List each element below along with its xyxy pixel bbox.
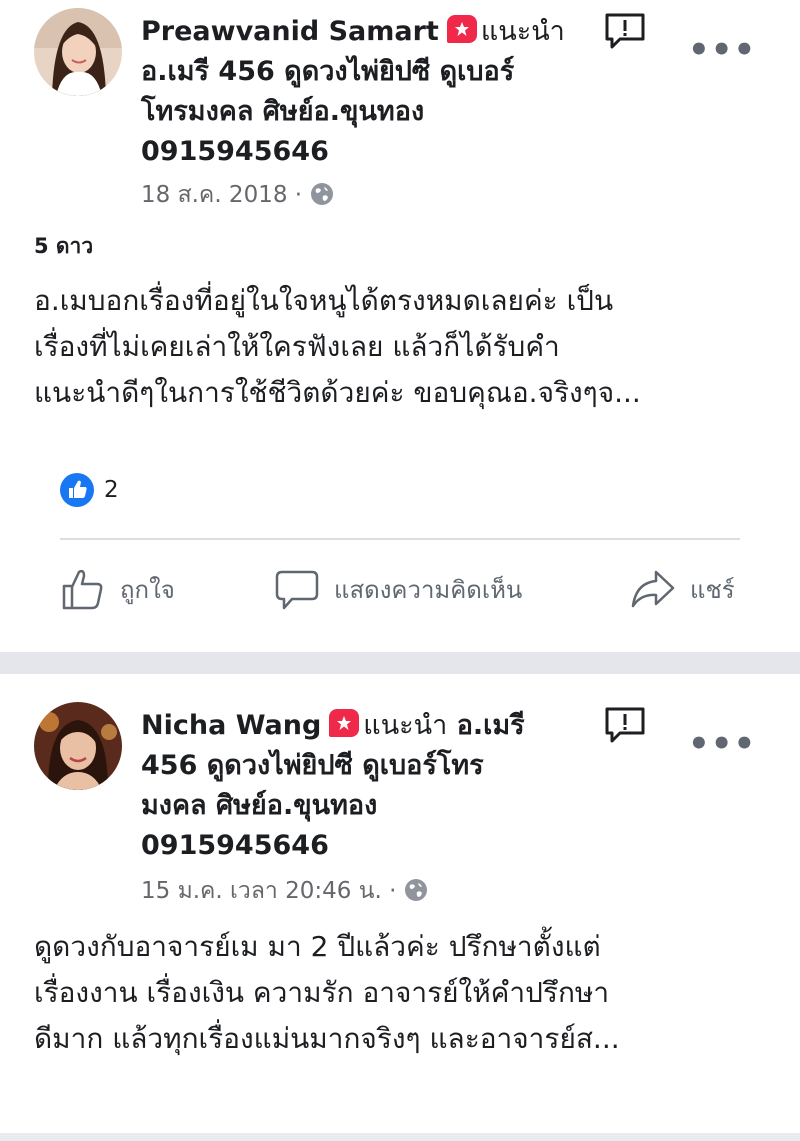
review-line: ดูดวงกับอาจารย์เม มา 2 ปีแล้วค่ะ ปรึกษาต… bbox=[34, 930, 601, 963]
recommend-badge-icon bbox=[446, 15, 477, 43]
more-icon[interactable]: ••• bbox=[688, 727, 756, 761]
like-label: ถูกใจ bbox=[120, 575, 175, 604]
review-text: ดูดวงกับอาจารย์เม มา 2 ปีแล้วค่ะ ปรึกษาต… bbox=[34, 924, 774, 1062]
author-avatar[interactable] bbox=[34, 8, 122, 96]
review-line: เรื่องงาน เรื่องเงิน ความรัก อาจารย์ให้ค… bbox=[34, 976, 610, 1009]
report-icon[interactable] bbox=[604, 12, 645, 49]
recommend-badge-icon bbox=[329, 709, 360, 737]
like-count[interactable]: 2 bbox=[104, 477, 119, 503]
post-header: Preawvanid Samart แนะนำ อ.เมรี 456 ดูดวงไ… bbox=[141, 12, 591, 172]
review-post-1: Preawvanid Samart แนะนำ อ.เมรี 456 ดูดวงไ… bbox=[0, 0, 800, 652]
author-name[interactable]: Preawvanid Samart bbox=[141, 16, 439, 47]
page-phone[interactable]: 0915945646 bbox=[141, 132, 591, 172]
comment-button[interactable]: แสดงความคิดเห็น bbox=[274, 566, 522, 612]
globe-icon bbox=[404, 878, 428, 910]
review-text: อ.เมบอกเรื่องที่อยู่ในใจหนูได้ตรงหมดเลยค… bbox=[34, 278, 774, 416]
review-post-2: Nicha Wang แนะนำ อ.เมรี 456 ดูดวงไพ่ยิปซี… bbox=[0, 674, 800, 1134]
divider bbox=[60, 538, 740, 540]
like-button[interactable]: ถูกใจ bbox=[60, 566, 175, 612]
page-name-cont[interactable]: โทรมงคล ศิษย์อ.ขุนทอง bbox=[141, 92, 591, 132]
author-avatar[interactable] bbox=[34, 702, 122, 790]
post-meta: 18 ส.ค. 2018 · bbox=[141, 180, 334, 214]
recommend-label: แนะนำ bbox=[363, 710, 448, 741]
page-name-cont[interactable]: 456 ดูดวงไพ่ยิปซี ดูเบอร์โทร bbox=[141, 746, 591, 786]
page-name[interactable]: อ.เมรี 456 ดูดวงไพ่ยิปซี ดูเบอร์ bbox=[141, 52, 591, 92]
star-rating: 5 ดาว bbox=[34, 234, 94, 258]
comment-label: แสดงความคิดเห็น bbox=[334, 575, 523, 604]
review-line: อ.เมบอกเรื่องที่อยู่ในใจหนูได้ตรงหมดเลยค… bbox=[34, 284, 614, 317]
page-phone[interactable]: 0915945646 bbox=[141, 826, 591, 866]
post-date[interactable]: 18 ส.ค. 2018 · bbox=[141, 182, 302, 208]
share-button[interactable]: แชร์ bbox=[630, 566, 735, 612]
globe-icon bbox=[310, 182, 334, 214]
post-header: Nicha Wang แนะนำ อ.เมรี 456 ดูดวงไพ่ยิปซี… bbox=[141, 706, 591, 866]
page-name-cont[interactable]: มงคล ศิษย์อ.ขุนทอง bbox=[141, 786, 591, 826]
report-icon[interactable] bbox=[604, 706, 645, 743]
more-icon[interactable]: ••• bbox=[688, 33, 756, 67]
post-date[interactable]: 15 ม.ค. เวลา 20:46 น. · bbox=[141, 878, 396, 904]
recommend-label: แนะนำ bbox=[480, 16, 565, 47]
review-line: เรื่องที่ไม่เคยเล่าให้ใครฟังเลย แล้วก็ได… bbox=[34, 330, 560, 363]
like-reaction-icon[interactable] bbox=[60, 473, 94, 507]
page-name[interactable]: อ.เมรี bbox=[457, 710, 525, 741]
author-name[interactable]: Nicha Wang bbox=[141, 710, 321, 741]
post-meta: 15 ม.ค. เวลา 20:46 น. · bbox=[141, 876, 428, 910]
review-line[interactable]: แนะนำดีๆในการใช้ชีวิตด้วยค่ะ ขอบคุณอ.จริ… bbox=[34, 370, 774, 416]
share-icon bbox=[631, 570, 675, 608]
comment-icon bbox=[275, 570, 319, 610]
review-line[interactable]: ดีมาก แล้วทุกเรื่องแม่นมากจริงๆ และอาจาร… bbox=[34, 1016, 774, 1062]
post-separator bbox=[0, 1133, 800, 1141]
post-separator bbox=[0, 652, 800, 674]
share-label: แชร์ bbox=[690, 575, 735, 604]
thumbs-up-icon bbox=[62, 569, 103, 610]
